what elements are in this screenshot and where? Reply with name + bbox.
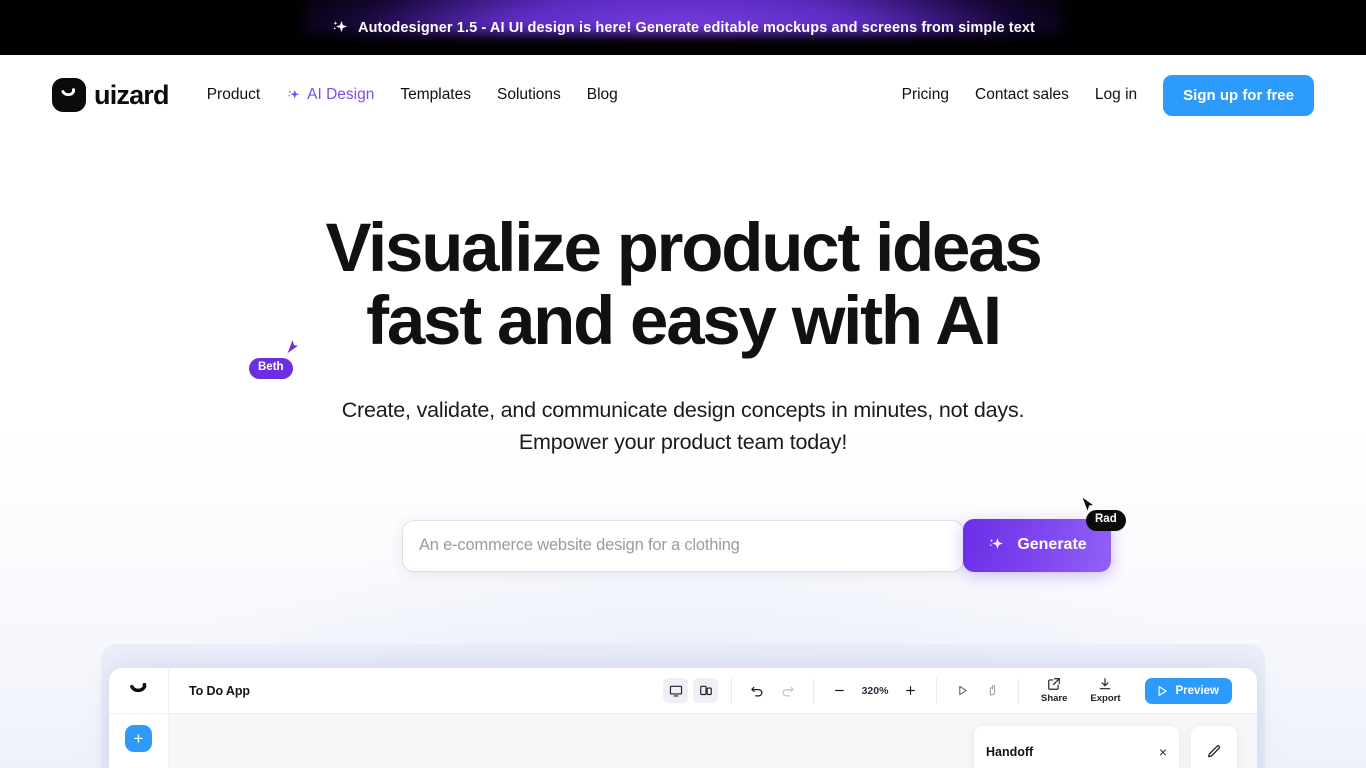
collaborator-cursor-beth: Beth — [249, 337, 300, 379]
nav-item-contact-sales[interactable]: Contact sales — [975, 86, 1069, 104]
sparkle-icon — [288, 89, 300, 99]
device-toggle-group — [650, 677, 733, 704]
banner-content: Autodesigner 1.5 - AI UI design is here!… — [331, 19, 1035, 37]
nav-links: Product AI Design Templates Solutions Bl… — [207, 86, 618, 104]
prompt-row: Generate — [0, 518, 1366, 572]
mobile-icon — [699, 685, 712, 695]
play-tool-button[interactable] — [950, 678, 975, 703]
history-group — [732, 677, 815, 704]
editor-body: + Handoff × — [109, 714, 1257, 768]
desktop-view-button[interactable] — [663, 678, 689, 703]
pointer-group — [937, 677, 1020, 704]
undo-arrow-icon — [751, 686, 763, 697]
zoom-group: 320% — [814, 677, 938, 704]
zoom-in-button[interactable] — [898, 678, 923, 703]
project-title: To Do App — [189, 683, 250, 698]
editor-tool-groups: 320% Share Export Preview — [650, 677, 1245, 704]
editor-canvas[interactable]: Handoff × — [169, 714, 1257, 768]
sparkle-icon — [333, 20, 348, 32]
nav-item-solutions[interactable]: Solutions — [497, 86, 561, 104]
desktop-icon — [669, 685, 682, 697]
headline-line-1: Visualize product ideas — [325, 209, 1042, 286]
nav-item-blog[interactable]: Blog — [587, 86, 618, 104]
play-icon — [1158, 685, 1167, 696]
hand-icon — [989, 685, 996, 696]
handoff-title: Handoff — [986, 745, 1034, 759]
app-preview: To Do App 320% Share Export Preview + Ha… — [101, 644, 1265, 768]
nav-item-ai-design[interactable]: AI Design — [286, 86, 374, 104]
generate-button-label: Generate — [1017, 536, 1087, 554]
preview-button[interactable]: Preview — [1144, 677, 1232, 704]
announcement-banner[interactable]: Autodesigner 1.5 - AI UI design is here!… — [0, 0, 1366, 55]
cursor-label-rad: Rad — [1086, 510, 1126, 531]
share-button[interactable]: Share — [1032, 677, 1076, 704]
collaborator-cursor-rad: Rad — [1080, 495, 1126, 531]
headline-line-2: fast and easy with AI — [366, 282, 1002, 360]
pencil-icon — [1208, 745, 1221, 758]
uizard-logo-mark — [52, 78, 86, 112]
editor-toolbar: To Do App 320% Share Export Preview — [109, 668, 1257, 714]
nav-item-product[interactable]: Product — [207, 86, 260, 104]
page-title: Visualize product ideas fast and easy wi… — [0, 211, 1366, 357]
minus-icon — [835, 689, 844, 692]
subtitle-line-2: Empower your product team today! — [518, 430, 848, 455]
uizard-smile-icon — [129, 682, 146, 692]
editor-sidebar: + — [109, 714, 169, 768]
banner-text: Autodesigner 1.5 - AI UI design is here!… — [358, 19, 1035, 36]
prompt-box: Generate — [403, 518, 1111, 572]
share-export-group: Share Export Preview — [1019, 677, 1245, 704]
hand-tool-button[interactable] — [980, 678, 1005, 703]
hero-section: uizard Product AI Design Templates Solut… — [0, 55, 1366, 768]
subtitle-line-1: Create, validate, and communicate design… — [341, 398, 1025, 423]
share-label: Share — [1041, 693, 1068, 704]
add-screen-button[interactable]: + — [125, 725, 152, 752]
nav-item-pricing[interactable]: Pricing — [902, 86, 949, 104]
preview-button-label: Preview — [1175, 684, 1219, 697]
undo-button[interactable] — [745, 678, 770, 703]
plus-icon — [906, 686, 915, 695]
page-subtitle: Create, validate, and communicate design… — [0, 395, 1366, 459]
edit-button[interactable] — [1191, 726, 1237, 768]
signup-button[interactable]: Sign up for free — [1163, 74, 1314, 116]
zoom-out-button[interactable] — [827, 678, 852, 703]
share-external-icon — [1048, 678, 1061, 690]
uizard-logo[interactable]: uizard — [52, 78, 170, 112]
cursor-arrow-icon — [285, 337, 300, 356]
cursor-label-beth: Beth — [249, 358, 293, 379]
sparkle-icon — [990, 538, 1004, 550]
app-preview-card: To Do App 320% Share Export Preview + Ha… — [109, 668, 1257, 768]
redo-arrow-icon — [782, 686, 794, 697]
export-label: Export — [1090, 693, 1121, 704]
close-icon[interactable]: × — [1159, 745, 1167, 759]
redo-button[interactable] — [775, 678, 800, 703]
mobile-view-button[interactable] — [693, 678, 719, 703]
uizard-logo-text: uizard — [94, 79, 170, 110]
play-icon — [959, 685, 967, 696]
prompt-input[interactable] — [419, 536, 957, 556]
uizard-smile-icon — [61, 88, 76, 97]
main-navigation: uizard Product AI Design Templates Solut… — [0, 55, 1366, 135]
nav-item-ai-design-label: AI Design — [307, 86, 375, 103]
nav-item-templates[interactable]: Templates — [400, 86, 471, 104]
zoom-level: 320% — [861, 684, 889, 697]
download-icon — [1100, 678, 1111, 690]
nav-item-login[interactable]: Log in — [1095, 86, 1137, 104]
handoff-panel: Handoff × — [974, 726, 1179, 768]
export-button[interactable]: Export — [1081, 677, 1129, 704]
nav-right-group: Pricing Contact sales Log in Sign up for… — [902, 74, 1314, 116]
editor-logo[interactable] — [109, 668, 169, 714]
